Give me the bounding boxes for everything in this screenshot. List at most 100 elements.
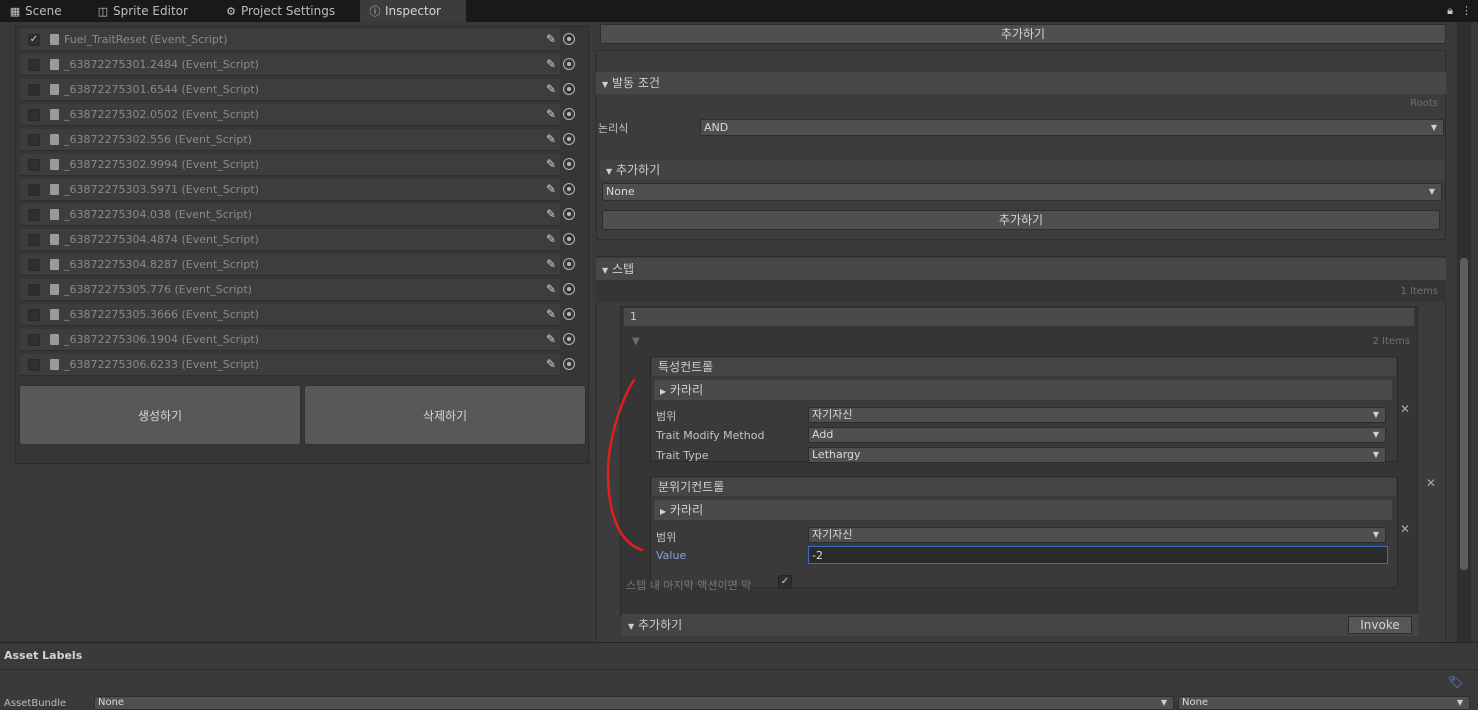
event-list-item[interactable]: ✓ Fuel_TraitReset (Event_Script): [20, 29, 560, 51]
asset-bundle-value: None: [98, 697, 125, 708]
edit-pencil-icon[interactable]: ✎: [546, 132, 556, 146]
event-list-item[interactable]: _63872275303.5971 (Event_Script): [20, 179, 560, 201]
select-target-icon[interactable]: [563, 133, 575, 145]
delete-button[interactable]: 삭제하기: [304, 385, 586, 445]
edit-pencil-icon[interactable]: ✎: [546, 207, 556, 221]
step-element-count: 2 Items: [1372, 336, 1410, 347]
logic-dropdown[interactable]: AND ▼: [700, 119, 1444, 136]
select-target-icon[interactable]: [563, 183, 575, 195]
asset-variant-dropdown[interactable]: None ▼: [1178, 696, 1470, 710]
select-target-icon[interactable]: [563, 233, 575, 245]
event-row-tools: ✎: [544, 154, 584, 176]
event-list-item[interactable]: _63872275301.2484 (Event_Script): [20, 54, 560, 76]
dropdown-caret-icon: ▼: [1372, 530, 1379, 539]
event-list-item[interactable]: _63872275302.556 (Event_Script): [20, 129, 560, 151]
select-target-icon[interactable]: [563, 283, 575, 295]
event-enabled-checkbox[interactable]: ✓: [28, 34, 40, 46]
roots-label: Roots: [1410, 98, 1438, 109]
event-enabled-checkbox[interactable]: [28, 184, 40, 196]
edit-pencil-icon[interactable]: ✎: [546, 82, 556, 96]
asset-labels-title: Asset Labels: [4, 649, 83, 662]
mood-value-input[interactable]: [808, 546, 1388, 564]
event-list-item[interactable]: _63872275301.6544 (Event_Script): [20, 79, 560, 101]
edit-pencil-icon[interactable]: ✎: [546, 282, 556, 296]
event-enabled-checkbox[interactable]: [28, 109, 40, 121]
step-foldout-icon[interactable]: ▼: [632, 336, 640, 347]
tab-inspector[interactable]: ⓘ Inspector: [360, 0, 466, 22]
remove-trait-icon[interactable]: ✕: [1400, 402, 1410, 416]
select-target-icon[interactable]: [563, 208, 575, 220]
tab-scene[interactable]: ▦ Scene: [0, 0, 86, 22]
event-enabled-checkbox[interactable]: [28, 234, 40, 246]
select-target-icon[interactable]: [563, 258, 575, 270]
condition-add-title: 추가하기: [615, 163, 661, 177]
select-target-icon[interactable]: [563, 108, 575, 120]
top-add-button[interactable]: 추가하기: [600, 24, 1446, 44]
script-file-icon: [50, 34, 59, 45]
edit-pencil-icon[interactable]: ✎: [546, 357, 556, 371]
event-list-item[interactable]: _63872275304.8287 (Event_Script): [20, 254, 560, 276]
select-target-icon[interactable]: [563, 33, 575, 45]
edit-pencil-icon[interactable]: ✎: [546, 307, 556, 321]
select-target-icon[interactable]: [563, 333, 575, 345]
last-action-checkbox[interactable]: ✓: [778, 575, 792, 589]
event-list-item[interactable]: _63872275302.0502 (Event_Script): [20, 104, 560, 126]
steps-header[interactable]: ▼ 스텝: [596, 258, 1446, 280]
event-enabled-checkbox[interactable]: [28, 59, 40, 71]
event-enabled-checkbox[interactable]: [28, 84, 40, 96]
lock-icon[interactable]: 🔒︎: [1447, 4, 1453, 17]
condition-type-dropdown[interactable]: None ▼: [602, 183, 1442, 201]
event-list-item[interactable]: _63872275304.038 (Event_Script): [20, 204, 560, 226]
edit-pencil-icon[interactable]: ✎: [546, 182, 556, 196]
step-add-header[interactable]: ▼ 추가하기: [622, 614, 1418, 636]
trait-character-foldout[interactable]: ▶ 카라리: [654, 380, 1392, 400]
mood-range-dropdown[interactable]: 자기자신 ▼: [808, 527, 1386, 543]
more-menu-icon[interactable]: ⋮: [1461, 4, 1472, 17]
select-target-icon[interactable]: [563, 58, 575, 70]
condition-add-header[interactable]: ▼ 추가하기: [600, 160, 1444, 180]
event-list-item[interactable]: _63872275306.6233 (Event_Script): [20, 354, 560, 376]
trait-type-dropdown[interactable]: Lethargy ▼: [808, 447, 1386, 463]
remove-step-icon[interactable]: ✕: [1426, 476, 1436, 490]
event-enabled-checkbox[interactable]: [28, 134, 40, 146]
edit-pencil-icon[interactable]: ✎: [546, 232, 556, 246]
select-target-icon[interactable]: [563, 158, 575, 170]
condition-add-button[interactable]: 추가하기: [602, 210, 1440, 230]
event-enabled-checkbox[interactable]: [28, 309, 40, 321]
edit-pencil-icon[interactable]: ✎: [546, 332, 556, 346]
edit-pencil-icon[interactable]: ✎: [546, 32, 556, 46]
script-file-icon: [50, 184, 59, 195]
mood-character-foldout[interactable]: ▶ 카라리: [654, 500, 1392, 520]
asset-bundle-dropdown[interactable]: None ▼: [94, 696, 1174, 710]
edit-pencil-icon[interactable]: ✎: [546, 107, 556, 121]
event-list-item[interactable]: _63872275305.3666 (Event_Script): [20, 304, 560, 326]
select-target-icon[interactable]: [563, 358, 575, 370]
event-enabled-checkbox[interactable]: [28, 209, 40, 221]
tab-sprite-editor[interactable]: ◫ Sprite Editor: [88, 0, 200, 22]
tag-icon[interactable]: 🏷︎: [1448, 675, 1463, 689]
trait-range-dropdown[interactable]: 자기자신 ▼: [808, 407, 1386, 423]
trigger-condition-header[interactable]: ▼ 발동 조건: [596, 72, 1446, 94]
event-enabled-checkbox[interactable]: [28, 334, 40, 346]
edit-pencil-icon[interactable]: ✎: [546, 57, 556, 71]
tab-project-settings[interactable]: ⚙ Project Settings: [216, 0, 354, 22]
event-enabled-checkbox[interactable]: [28, 159, 40, 171]
event-list-item[interactable]: _63872275302.9994 (Event_Script): [20, 154, 560, 176]
edit-pencil-icon[interactable]: ✎: [546, 257, 556, 271]
remove-mood-icon[interactable]: ✕: [1400, 522, 1410, 536]
edit-pencil-icon[interactable]: ✎: [546, 157, 556, 171]
select-target-icon[interactable]: [563, 308, 575, 320]
create-button[interactable]: 생성하기: [19, 385, 301, 445]
inspector-scrollbar-thumb[interactable]: [1460, 258, 1468, 570]
select-target-icon[interactable]: [563, 83, 575, 95]
event-enabled-checkbox[interactable]: [28, 359, 40, 371]
event-list-item[interactable]: _63872275304.4874 (Event_Script): [20, 229, 560, 251]
event-list-item[interactable]: _63872275305.776 (Event_Script): [20, 279, 560, 301]
invoke-button[interactable]: Invoke: [1348, 616, 1412, 634]
trait-type-label: Trait Type: [656, 449, 709, 462]
event-list-item[interactable]: _63872275306.1904 (Event_Script): [20, 329, 560, 351]
trait-method-dropdown[interactable]: Add ▼: [808, 427, 1386, 443]
event-enabled-checkbox[interactable]: [28, 284, 40, 296]
event-list-item-label: _63872275304.4874 (Event_Script): [64, 233, 259, 246]
event-enabled-checkbox[interactable]: [28, 259, 40, 271]
